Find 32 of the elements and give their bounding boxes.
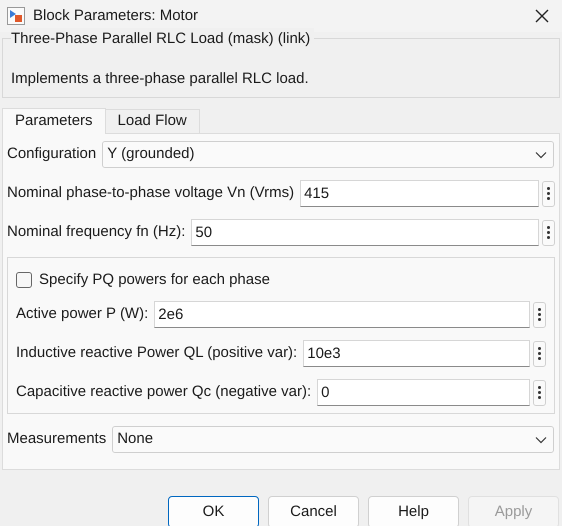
more-options-button[interactable]	[533, 302, 546, 328]
dropdown[interactable]: None	[112, 426, 554, 453]
chevron-icon	[535, 436, 547, 444]
field-label: Nominal phase-to-phase voltage Vn (Vrms)	[7, 183, 294, 204]
tab[interactable]: Load Flow	[106, 109, 200, 133]
block-description: Implements a three-phase parallel RLC load.	[11, 69, 309, 89]
input-field[interactable]: 10e3	[303, 340, 530, 367]
dropdown[interactable]: Y (grounded)	[102, 141, 554, 168]
tab[interactable]: Parameters	[2, 108, 106, 134]
more-options-button[interactable]	[542, 220, 555, 246]
block-icon	[7, 7, 25, 25]
close-icon[interactable]	[535, 9, 549, 23]
dialog-button[interactable]: Cancel	[268, 496, 359, 526]
dialog-button[interactable]: OK	[168, 496, 259, 526]
window-title: Block Parameters: Motor	[33, 6, 198, 26]
more-options-button[interactable]	[533, 380, 546, 406]
field-label: Configuration	[7, 144, 96, 164]
field-label: Active power P (W):	[16, 304, 148, 324]
checkbox[interactable]	[16, 272, 32, 288]
field-label: Measurements	[7, 429, 106, 450]
field-label: Capacitive reactive power Qc (negative var):	[16, 382, 312, 402]
field-label: Inductive reactive Power QL (positive var):	[16, 343, 298, 364]
chevron-icon	[535, 150, 547, 158]
input-field[interactable]: 50	[191, 219, 539, 246]
dialog-button[interactable]: Help	[368, 496, 459, 526]
more-options-button[interactable]	[533, 340, 546, 366]
input-field[interactable]: 415	[300, 180, 539, 207]
field-label: Nominal frequency fn (Hz):	[7, 222, 186, 242]
more-options-button[interactable]	[542, 180, 555, 206]
input-field[interactable]: 2e6	[154, 301, 530, 328]
checkbox-label: Specify PQ powers for each phase	[39, 270, 270, 290]
input-field[interactable]: 0	[317, 379, 530, 406]
